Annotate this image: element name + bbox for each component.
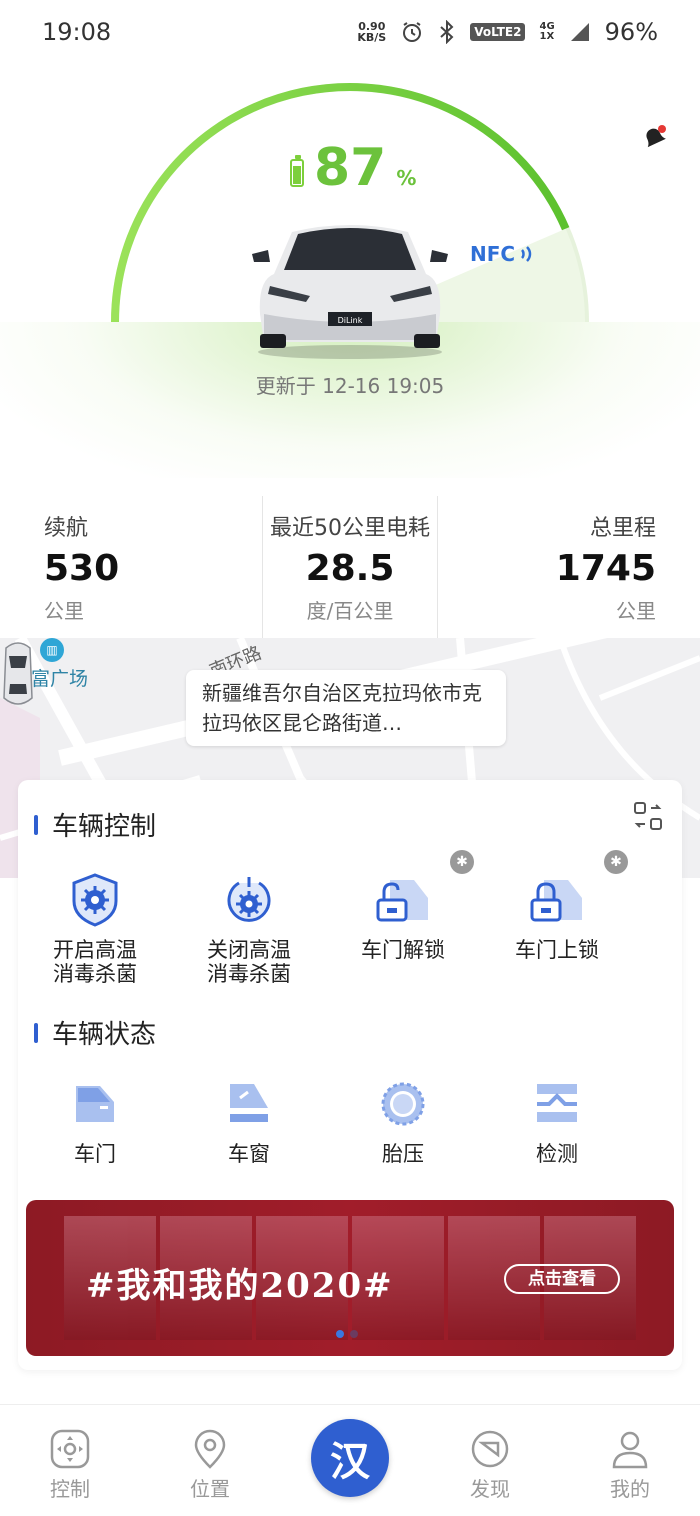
status-label: 车窗 [228,1142,270,1166]
stat-range: 续航 530 公里 [0,496,262,638]
sterilize-off-button[interactable]: 关闭高温消毒杀菌 [172,870,326,986]
status-label: 胎压 [382,1142,424,1166]
alarm-icon [403,22,422,42]
status-label: 检测 [536,1142,578,1166]
nav-discover[interactable]: 发现 [420,1405,560,1516]
battery-icon [290,155,304,187]
door-lock-button[interactable]: ✱ 车门上锁 [480,850,634,986]
stat-value: 28.5 [305,548,395,589]
net-speed: 0.90 KB/S [357,20,387,44]
update-time: 更新于 12-16 19:05 [255,374,445,398]
tire-pressure-button[interactable]: 胎压 [326,1074,480,1166]
bottom-nav: 控制 位置 发现 我的 汉 [0,1404,700,1516]
banner-pagination [336,1330,358,1338]
stats-row: 续航 530 公里 最近50公里电耗 28.5 度/百公里 总里程 1745 公… [0,496,700,638]
battery-value: 87 [314,138,387,198]
door-lock-icon [480,870,634,930]
door-status-button[interactable]: 车门 [18,1074,172,1166]
control-label: 开启高温消毒杀菌 [53,938,137,986]
section-bar [34,1022,38,1043]
bluetooth-badge-icon: ✱ [604,850,628,874]
promo-banner[interactable]: #我和我的2020# 点击查看 [26,1200,674,1356]
bluetooth-badge-icon: ✱ [450,850,474,874]
battery-hero: 87 % NFC DiLink 更新于 12-16 19:05 [0,64,700,478]
volte-badge: VoLTE2 [470,23,526,41]
banner-view-button[interactable]: 点击查看 [504,1264,620,1294]
window-status-button[interactable]: 车窗 [172,1074,326,1166]
battery-unit: % [396,166,417,190]
control-grid: 开启高温消毒杀菌 关闭高温消毒杀菌 ✱ 车门解锁 ✱ 车门上锁 [18,850,682,986]
nav-label: 我的 [610,1477,650,1501]
battery-percent: 96% [604,18,658,46]
vehicle-status-title: 车辆状态 [34,1014,156,1051]
stat-consumption: 最近50公里电耗 28.5 度/百公里 [262,496,437,638]
stat-odometer: 总里程 1745 公里 [437,496,700,638]
door-unlock-button[interactable]: ✱ 车门解锁 [326,850,480,986]
signal-icon [570,23,589,41]
stat-unit: 公里 [616,599,656,623]
swap-layout-icon[interactable] [632,800,664,836]
notification-bell-icon[interactable] [638,122,668,156]
stat-value: 530 [44,548,120,589]
status-label: 车门 [74,1142,116,1166]
tire-icon [326,1074,480,1134]
nav-label: 控制 [50,1477,90,1501]
control-card: 车辆控制 开启高温消毒杀菌 关闭高温消毒杀菌 ✱ 车门解锁 ✱ 车门上锁 车辆状… [18,780,682,1370]
stat-label: 最近50公里电耗 [270,516,430,541]
control-icon [0,1429,140,1469]
pagination-dot-active[interactable] [336,1330,344,1338]
network-type: 4G 1X [539,21,555,42]
nfc-wave-icon [521,246,532,262]
status-time: 19:08 [42,18,112,46]
nav-control[interactable]: 控制 [0,1405,140,1516]
nav-label: 位置 [190,1477,230,1501]
sterilize-on-icon [18,870,172,930]
sterilize-off-icon [172,870,326,930]
sterilize-on-button[interactable]: 开启高温消毒杀菌 [18,870,172,986]
pagination-dot[interactable] [350,1330,358,1338]
nav-home-han-button[interactable]: 汉 [311,1419,389,1497]
car-image: DiLink [252,225,448,359]
stat-unit: 度/百公里 [306,599,394,623]
plate-text: DiLink [338,316,363,325]
window-icon [172,1074,326,1134]
profile-icon [560,1429,700,1469]
nav-profile[interactable]: 我的 [560,1405,700,1516]
vehicle-control-title: 车辆控制 [34,806,156,843]
stat-label: 续航 [44,516,89,541]
stat-value: 1745 [555,548,656,589]
battery-level: 87 % [290,138,416,198]
status-grid: 车门 车窗 胎压 检测 [18,1074,682,1166]
door-icon [18,1074,172,1134]
stat-label: 总里程 [589,516,656,541]
door-unlock-icon [326,870,480,930]
control-label: 车门上锁 [515,938,599,962]
discover-icon [420,1429,560,1469]
banner-title: #我和我的2020# [86,1266,394,1306]
nav-location[interactable]: 位置 [140,1405,280,1516]
car-location-icon[interactable] [0,638,36,710]
bluetooth-icon [440,20,454,44]
status-bar: 19:08 0.90 KB/S VoLTE2 4G 1X 96% [0,0,700,64]
stat-unit: 公里 [44,599,84,623]
nfc-indicator: NFC [470,242,535,266]
nav-label: 发现 [470,1477,510,1501]
inspection-button[interactable]: 检测 [480,1074,634,1166]
address-callout[interactable]: 新疆维吾尔自治区克拉玛依市克拉玛依区昆仑路街道… [186,670,506,746]
inspection-icon [480,1074,634,1134]
section-bar [34,814,38,835]
control-label: 关闭高温消毒杀菌 [207,938,291,986]
control-label: 车门解锁 [361,938,445,962]
poi-building-icon[interactable]: ▥ [40,638,64,662]
location-icon [140,1429,280,1469]
